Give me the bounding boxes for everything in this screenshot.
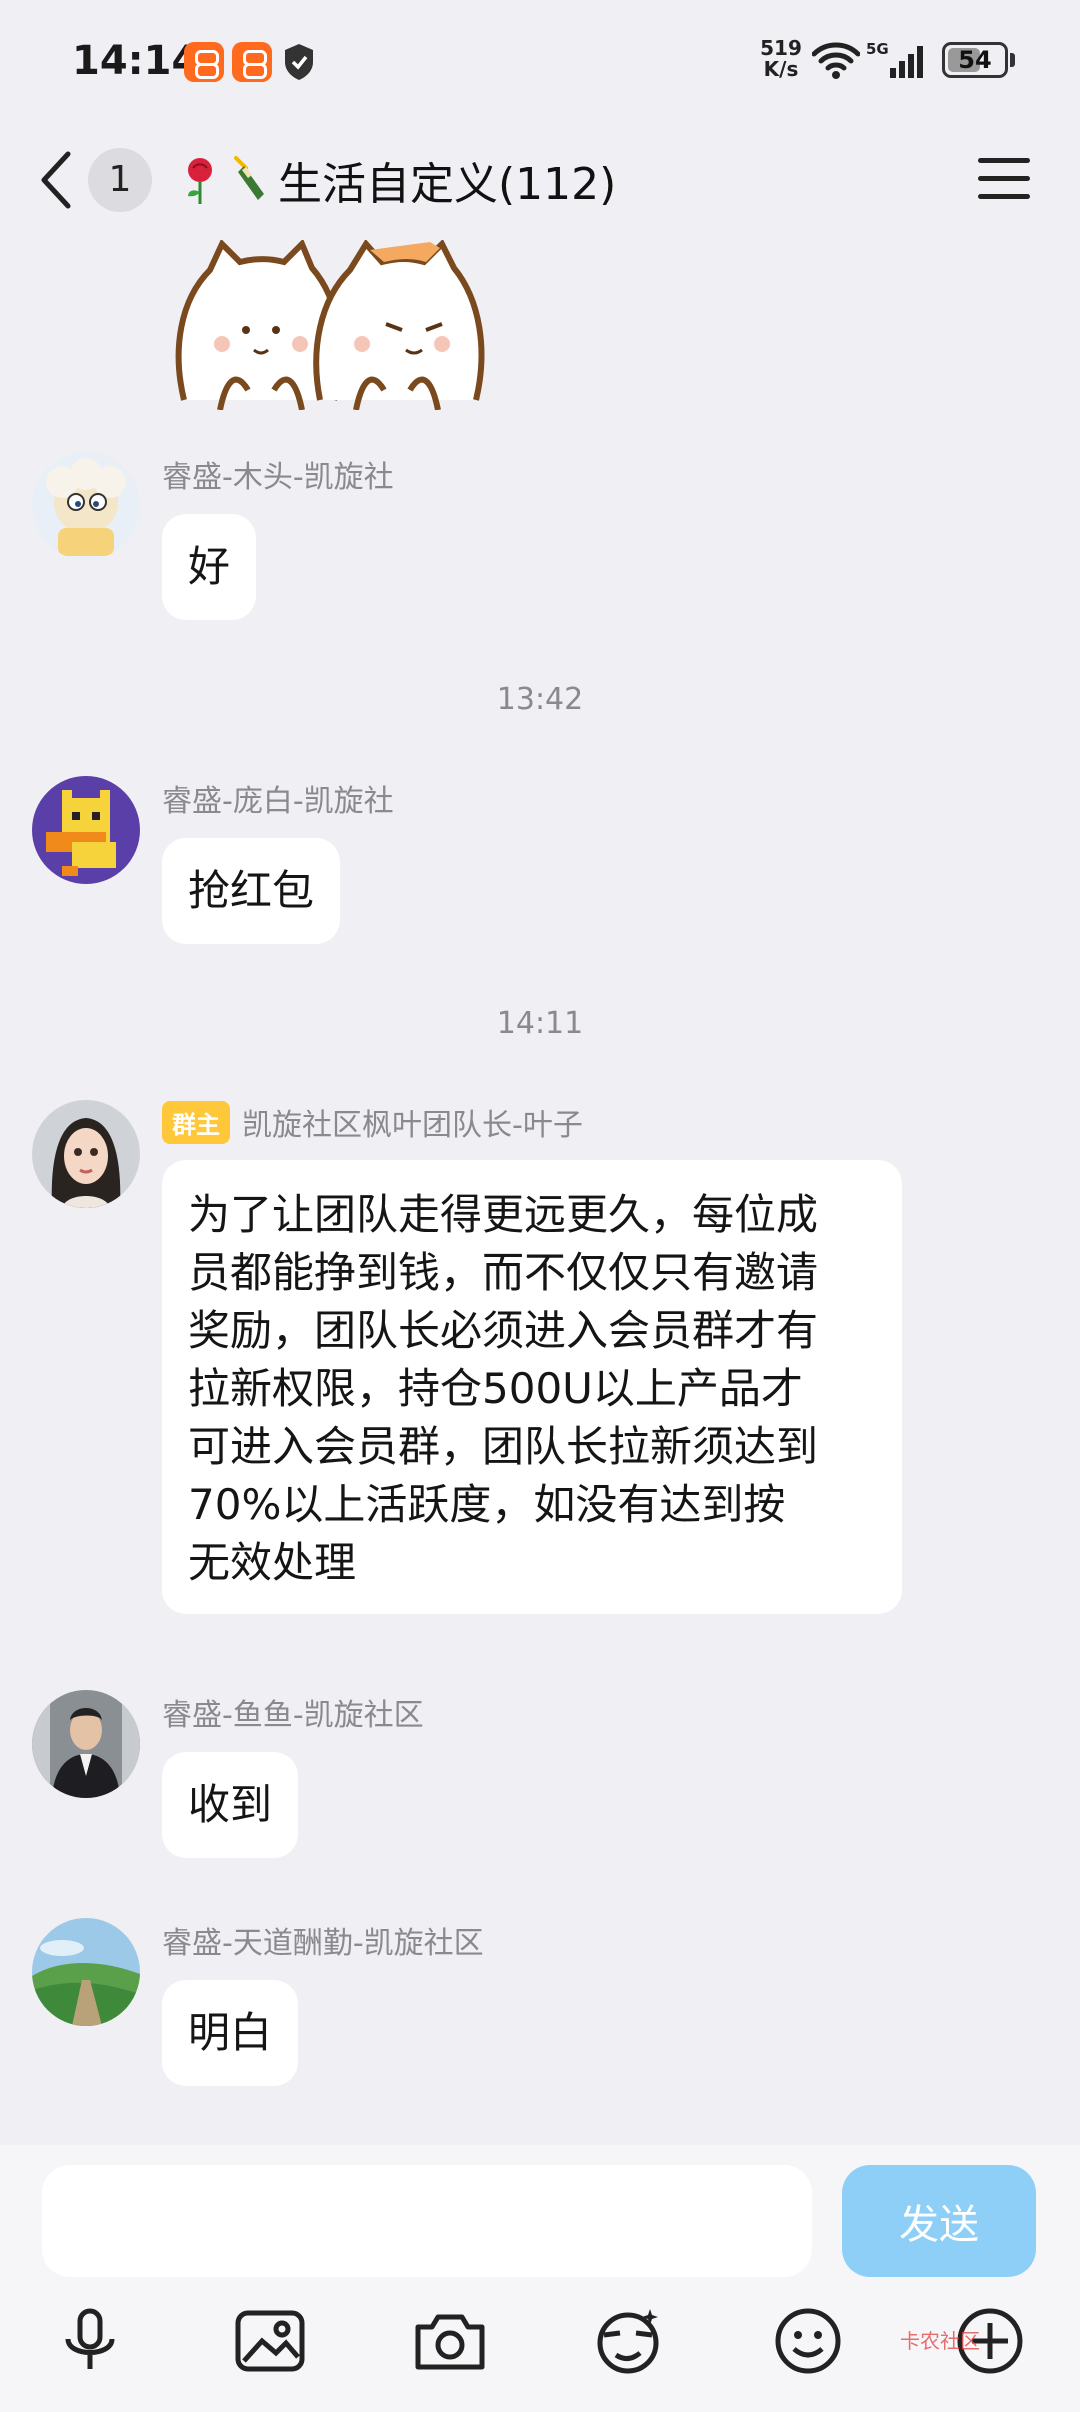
group-title-text: 生活自定义(112) <box>278 159 617 210</box>
sender-name: 睿盛-庞白-凯旋社 <box>162 784 394 819</box>
cat-sticker[interactable] <box>170 240 530 410</box>
status-time: 14:14 <box>72 38 200 84</box>
time-separator: 13:42 <box>496 682 584 717</box>
message-item: 睿盛-木头-凯旋社 好 <box>32 452 1032 632</box>
sender-avatar[interactable] <box>32 776 140 884</box>
input-bar: 发送 卡农社区 <box>0 2145 1080 2412</box>
message-text-line: 为了让团队走得更远更久，每位成 <box>188 1190 819 1239</box>
sender-avatar[interactable] <box>32 1100 140 1208</box>
signal-icon: 5G <box>866 40 923 78</box>
message-text-line: 员都能挣到钱，而不仅仅只有邀请 <box>188 1248 819 1297</box>
message-bubble[interactable]: 抢红包 <box>162 838 341 944</box>
battery-tip <box>1010 53 1015 67</box>
sender-name: 睿盛-鱼鱼-凯旋社区 <box>162 1698 424 1733</box>
microphone-icon[interactable] <box>52 2303 128 2379</box>
message-input[interactable] <box>42 2165 812 2277</box>
sender-avatar[interactable] <box>32 1918 140 2026</box>
wifi-icon <box>812 42 860 79</box>
message-bubble[interactable]: 收到 <box>162 1752 299 1858</box>
emoji-icon[interactable] <box>770 2303 846 2379</box>
sender-avatar[interactable] <box>32 452 140 560</box>
champagne-icon <box>234 156 264 200</box>
kuaishou-notification-icon <box>184 42 224 82</box>
message-text-line: 奖励，团队长必须进入会员群才有 <box>188 1306 819 1355</box>
message-item: 睿盛-庞白-凯旋社 抢红包 <box>32 776 1032 956</box>
back-button[interactable] <box>34 148 78 212</box>
kuaishou-notification-icon <box>232 42 272 82</box>
network-speed-value: 519 <box>760 36 802 60</box>
sender-name: 群主 凯旋社区枫叶团队长-叶子 <box>162 1100 583 1144</box>
rose-icon <box>188 158 212 204</box>
menu-button[interactable] <box>978 156 1030 202</box>
battery-level: 54 <box>958 46 992 74</box>
message-item: 睿盛-天道酬勤-凯旋社区 明白 <box>32 1918 1032 2098</box>
message-text-line: 可进入会员群，团队长拉新须达到 <box>188 1422 819 1471</box>
network-speed-unit: K/s <box>763 57 799 81</box>
send-button[interactable]: 发送 <box>842 2165 1036 2277</box>
camera-icon[interactable] <box>412 2303 488 2379</box>
watermark-logo: 卡农社区 <box>900 2329 980 2353</box>
sender-name: 睿盛-天道酬勤-凯旋社区 <box>162 1926 484 1961</box>
sender-name: 睿盛-木头-凯旋社 <box>162 460 394 495</box>
message-bubble[interactable]: 好 <box>162 514 257 620</box>
battery-indicator: 54 <box>942 42 1008 78</box>
message-item: 睿盛-鱼鱼-凯旋社区 收到 <box>32 1690 1032 1870</box>
message-text-line: 无效处理 <box>188 1538 357 1587</box>
chat-header: 1 生活自定义(112) <box>0 130 1080 230</box>
network-speed: 519 K/s <box>756 38 806 80</box>
status-bar: 14:14 519 K/s 5G 54 <box>0 0 1080 120</box>
group-owner-tag: 群主 <box>162 1100 230 1144</box>
chat-message-list[interactable]: 睿盛-木头-凯旋社 好 13:42 睿盛-庞白-凯旋社 抢红包 14:11 群主… <box>0 240 1080 2145</box>
shield-icon <box>285 44 313 80</box>
message-bubble[interactable]: 为了让团队走得更远更久，每位成 员都能挣到钱，而不仅仅只有邀请 奖励，团队长必须… <box>162 1160 902 1614</box>
message-item: 群主 凯旋社区枫叶团队长-叶子 为了让团队走得更远更久，每位成 员都能挣到钱，而… <box>32 1100 1032 1614</box>
message-text-line: 拉新权限，持仓500U以上产品才 <box>188 1364 803 1413</box>
group-title[interactable]: 生活自定义(112) <box>178 148 616 212</box>
time-separator: 14:11 <box>496 1006 584 1041</box>
image-icon[interactable] <box>232 2303 308 2379</box>
sender-avatar[interactable] <box>32 1690 140 1798</box>
network-type: 5G <box>866 40 889 58</box>
unread-count-badge[interactable]: 1 <box>88 148 152 212</box>
sticker-icon[interactable] <box>590 2303 666 2379</box>
message-text-line: 70%以上活跃度，如没有达到按 <box>188 1480 786 1529</box>
message-bubble[interactable]: 明白 <box>162 1980 299 2086</box>
